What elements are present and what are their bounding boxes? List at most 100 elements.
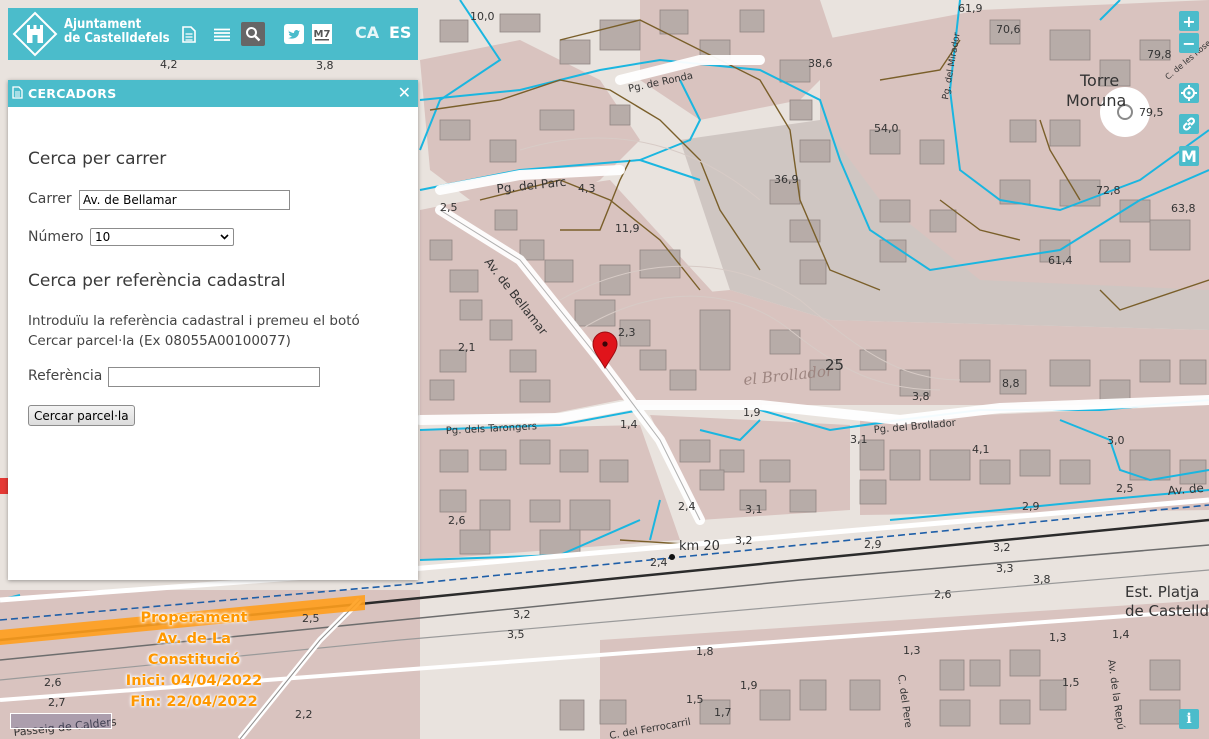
svg-text:1,5: 1,5	[1062, 676, 1080, 689]
cadastral-description-line-1: Introduïu la referència cadastral i prem…	[28, 313, 360, 329]
cadastral-description: Introduïu la referència cadastral i prem…	[28, 311, 398, 351]
m7-icon[interactable]: M7	[312, 22, 332, 46]
scale-bar	[10, 713, 112, 729]
svg-text:2,1: 2,1	[458, 341, 476, 354]
svg-text:1,4: 1,4	[1112, 628, 1130, 641]
svg-text:4,3: 4,3	[578, 182, 596, 195]
street-label: Carrer	[28, 191, 72, 207]
number-select-value: 10	[95, 230, 111, 244]
zoom-out-button[interactable]: −	[1179, 33, 1199, 53]
search-panel: CERCADORS ✕ Cerca per carrer Carrer Núme…	[8, 80, 418, 580]
place-label: Est. Platja	[1125, 583, 1199, 601]
svg-text:38,6: 38,6	[808, 57, 833, 70]
svg-text:2,6: 2,6	[44, 676, 62, 689]
svg-text:3,1: 3,1	[745, 503, 763, 516]
brand-line-2: de Castelldefels	[64, 31, 170, 46]
svg-text:10,0: 10,0	[470, 10, 495, 23]
svg-text:3,2: 3,2	[993, 541, 1011, 554]
street-search-heading: Cerca per carrer	[28, 149, 167, 169]
number-label: Número	[28, 229, 84, 245]
brand-name: Ajuntament de Castelldefels	[64, 18, 170, 46]
info-button[interactable]: i	[1179, 709, 1199, 729]
zoom-in-button[interactable]: +	[1179, 11, 1199, 31]
svg-text:2,9: 2,9	[864, 538, 882, 551]
search-icon[interactable]	[241, 22, 265, 46]
link-icon[interactable]	[1179, 114, 1199, 134]
place-label: Torre	[1079, 71, 1119, 90]
svg-text:11,9: 11,9	[615, 222, 640, 235]
svg-text:2,5: 2,5	[1116, 482, 1134, 495]
svg-text:3,1: 3,1	[850, 433, 868, 446]
svg-text:72,8: 72,8	[1096, 184, 1121, 197]
notice-line-2: Av. de La Constitució	[147, 631, 241, 668]
svg-text:1,3: 1,3	[1049, 631, 1067, 644]
notice-line-4: Fin: 22/04/2022	[130, 694, 258, 710]
reference-input[interactable]	[108, 367, 320, 387]
svg-text:1,4: 1,4	[620, 418, 638, 431]
svg-text:2,4: 2,4	[650, 556, 668, 569]
svg-text:25: 25	[825, 356, 844, 374]
notice-line-1: Properament	[140, 610, 248, 626]
cadastral-search-heading: Cerca per referència cadastral	[28, 271, 286, 291]
svg-text:3,5: 3,5	[507, 628, 525, 641]
svg-text:2,9: 2,9	[1022, 500, 1040, 513]
svg-text:2,6: 2,6	[934, 588, 952, 601]
chevron-down-icon	[220, 234, 229, 240]
panel-header: CERCADORS ✕	[8, 80, 418, 107]
twitter-icon[interactable]	[284, 22, 304, 46]
m7-label: M7	[314, 29, 331, 40]
header-bar: Ajuntament de Castelldefels M7 CA ES	[8, 8, 418, 60]
document-icon[interactable]	[180, 22, 198, 46]
notice-line-3: Inici: 04/04/2022	[125, 673, 263, 689]
svg-text:61,4: 61,4	[1048, 254, 1073, 267]
svg-text:2,3: 2,3	[618, 326, 636, 339]
place-label: de Castelld	[1125, 602, 1209, 620]
panel-title: CERCADORS	[28, 86, 117, 101]
roadworks-notice: Properament Av. de La Constitució Inici:…	[110, 608, 278, 713]
svg-text:3,2: 3,2	[513, 608, 531, 621]
place-label: km 20	[679, 539, 720, 554]
svg-text:1,7: 1,7	[714, 706, 732, 719]
svg-text:61,9: 61,9	[958, 2, 983, 15]
mode-m-button[interactable]: M	[1179, 146, 1199, 166]
search-parcel-button[interactable]: Cercar parcel·la	[28, 405, 135, 426]
svg-text:1,9: 1,9	[743, 406, 761, 419]
svg-text:79,8: 79,8	[1147, 48, 1172, 61]
svg-text:54,0: 54,0	[874, 122, 899, 135]
svg-text:3,8: 3,8	[912, 390, 930, 403]
svg-text:70,6: 70,6	[996, 23, 1021, 36]
document-icon	[12, 86, 23, 99]
svg-text:3,3: 3,3	[996, 562, 1014, 575]
svg-text:1,3: 1,3	[903, 644, 921, 657]
cadastral-description-line-2: Cercar parcel·la (Ex 08055A00100077)	[28, 333, 291, 349]
svg-text:3,8: 3,8	[1033, 573, 1051, 586]
svg-text:2,5: 2,5	[302, 612, 320, 625]
language-es[interactable]: ES	[389, 23, 411, 42]
svg-text:2,7: 2,7	[48, 696, 66, 709]
brand-line-1: Ajuntament	[64, 17, 142, 32]
svg-text:2,5: 2,5	[440, 201, 458, 214]
svg-text:2,4: 2,4	[678, 500, 696, 513]
number-select[interactable]: 10	[90, 228, 234, 246]
close-icon[interactable]: ✕	[398, 83, 411, 102]
svg-text:63,8: 63,8	[1171, 202, 1196, 215]
street-input[interactable]	[79, 190, 290, 210]
svg-text:1,8: 1,8	[696, 645, 714, 658]
svg-text:1,5: 1,5	[686, 693, 704, 706]
svg-text:2,2: 2,2	[295, 708, 313, 721]
svg-text:3,2: 3,2	[735, 534, 753, 547]
svg-text:4,1: 4,1	[972, 443, 990, 456]
svg-text:3,8: 3,8	[316, 59, 334, 72]
reference-label: Referència	[28, 368, 103, 384]
svg-text:36,9: 36,9	[774, 173, 799, 186]
svg-text:8,8: 8,8	[1002, 377, 1020, 390]
language-ca[interactable]: CA	[355, 23, 379, 42]
layers-list-icon[interactable]	[213, 22, 231, 46]
svg-text:3,0: 3,0	[1107, 434, 1125, 447]
svg-text:1,9: 1,9	[740, 679, 758, 692]
svg-text:2,6: 2,6	[448, 514, 466, 527]
place-label: Moruna	[1066, 91, 1126, 110]
castelldefels-logo[interactable]	[12, 11, 58, 57]
crosshair-icon[interactable]	[1179, 83, 1199, 103]
svg-text:79,5: 79,5	[1139, 106, 1164, 119]
